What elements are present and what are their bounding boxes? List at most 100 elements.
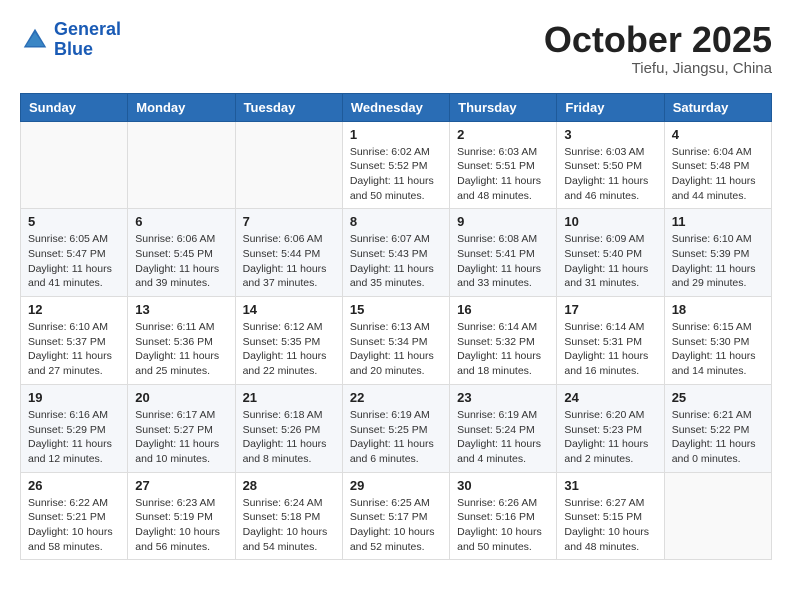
day-info: Sunrise: 6:04 AM Sunset: 5:48 PM Dayligh… <box>672 145 764 204</box>
day-info: Sunrise: 6:13 AM Sunset: 5:34 PM Dayligh… <box>350 320 442 379</box>
day-info: Sunrise: 6:07 AM Sunset: 5:43 PM Dayligh… <box>350 232 442 291</box>
day-number: 12 <box>28 302 120 317</box>
calendar-cell: 22 Sunrise: 6:19 AM Sunset: 5:25 PM Dayli… <box>342 384 449 472</box>
location: Tiefu, Jiangsu, China <box>544 60 772 77</box>
day-info: Sunrise: 6:22 AM Sunset: 5:21 PM Dayligh… <box>28 496 120 555</box>
day-info: Sunrise: 6:26 AM Sunset: 5:16 PM Dayligh… <box>457 496 549 555</box>
day-number: 24 <box>564 390 656 405</box>
day-number: 10 <box>564 214 656 229</box>
day-info: Sunrise: 6:02 AM Sunset: 5:52 PM Dayligh… <box>350 145 442 204</box>
weekday-header-thursday: Thursday <box>450 93 557 121</box>
day-number: 16 <box>457 302 549 317</box>
calendar-cell: 11 Sunrise: 6:10 AM Sunset: 5:39 PM Dayli… <box>664 209 771 297</box>
month-title: October 2025 <box>544 20 772 60</box>
day-info: Sunrise: 6:23 AM Sunset: 5:19 PM Dayligh… <box>135 496 227 555</box>
calendar-cell: 20 Sunrise: 6:17 AM Sunset: 5:27 PM Dayli… <box>128 384 235 472</box>
day-number: 11 <box>672 214 764 229</box>
weekday-header-saturday: Saturday <box>664 93 771 121</box>
day-info: Sunrise: 6:16 AM Sunset: 5:29 PM Dayligh… <box>28 408 120 467</box>
calendar-cell: 25Sunrise: 6:21 AM Sunset: 5:22 PM Dayli… <box>664 384 771 472</box>
calendar-cell: 9Sunrise: 6:08 AM Sunset: 5:41 PM Daylig… <box>450 209 557 297</box>
day-number: 22 <box>350 390 442 405</box>
calendar-table: SundayMondayTuesdayWednesdayThursdayFrid… <box>20 93 772 561</box>
day-number: 6 <box>135 214 227 229</box>
day-number: 13 <box>135 302 227 317</box>
weekday-header-monday: Monday <box>128 93 235 121</box>
calendar-cell: 28 Sunrise: 6:24 AM Sunset: 5:18 PM Dayli… <box>235 472 342 560</box>
day-info: Sunrise: 6:24 AM Sunset: 5:18 PM Dayligh… <box>243 496 335 555</box>
day-number: 2 <box>457 127 549 142</box>
day-number: 31 <box>564 478 656 493</box>
weekday-header-sunday: Sunday <box>21 93 128 121</box>
calendar-cell: 1Sunrise: 6:02 AM Sunset: 5:52 PM Daylig… <box>342 121 449 209</box>
calendar-cell: 7 Sunrise: 6:06 AM Sunset: 5:44 PM Daylig… <box>235 209 342 297</box>
calendar-cell: 10 Sunrise: 6:09 AM Sunset: 5:40 PM Dayli… <box>557 209 664 297</box>
calendar-cell: 6 Sunrise: 6:06 AM Sunset: 5:45 PM Daylig… <box>128 209 235 297</box>
day-info: Sunrise: 6:03 AM Sunset: 5:51 PM Dayligh… <box>457 145 549 204</box>
day-number: 17 <box>564 302 656 317</box>
day-number: 28 <box>243 478 335 493</box>
day-number: 3 <box>564 127 656 142</box>
day-info: Sunrise: 6:19 AM Sunset: 5:24 PM Dayligh… <box>457 408 549 467</box>
day-number: 27 <box>135 478 227 493</box>
calendar-cell <box>21 121 128 209</box>
day-info: Sunrise: 6:06 AM Sunset: 5:45 PM Dayligh… <box>135 232 227 291</box>
week-row-4: 19 Sunrise: 6:16 AM Sunset: 5:29 PM Dayli… <box>21 384 772 472</box>
calendar-cell: 24 Sunrise: 6:20 AM Sunset: 5:23 PM Dayli… <box>557 384 664 472</box>
day-number: 18 <box>672 302 764 317</box>
day-info: Sunrise: 6:10 AM Sunset: 5:39 PM Dayligh… <box>672 232 764 291</box>
day-info: Sunrise: 6:21 AM Sunset: 5:22 PM Dayligh… <box>672 408 764 467</box>
calendar-cell: 23 Sunrise: 6:19 AM Sunset: 5:24 PM Dayli… <box>450 384 557 472</box>
day-info: Sunrise: 6:19 AM Sunset: 5:25 PM Dayligh… <box>350 408 442 467</box>
day-number: 26 <box>28 478 120 493</box>
day-number: 15 <box>350 302 442 317</box>
day-info: Sunrise: 6:09 AM Sunset: 5:40 PM Dayligh… <box>564 232 656 291</box>
calendar-cell: 18Sunrise: 6:15 AM Sunset: 5:30 PM Dayli… <box>664 297 771 385</box>
day-number: 23 <box>457 390 549 405</box>
calendar-cell: 21Sunrise: 6:18 AM Sunset: 5:26 PM Dayli… <box>235 384 342 472</box>
calendar-cell: 13 Sunrise: 6:11 AM Sunset: 5:36 PM Dayli… <box>128 297 235 385</box>
day-number: 7 <box>243 214 335 229</box>
calendar-cell: 17 Sunrise: 6:14 AM Sunset: 5:31 PM Dayli… <box>557 297 664 385</box>
calendar-cell: 14 Sunrise: 6:12 AM Sunset: 5:35 PM Dayli… <box>235 297 342 385</box>
calendar-cell: 8 Sunrise: 6:07 AM Sunset: 5:43 PM Daylig… <box>342 209 449 297</box>
calendar-cell: 29Sunrise: 6:25 AM Sunset: 5:17 PM Dayli… <box>342 472 449 560</box>
logo-line1: General <box>54 19 121 39</box>
calendar-cell: 26 Sunrise: 6:22 AM Sunset: 5:21 PM Dayli… <box>21 472 128 560</box>
calendar-cell <box>664 472 771 560</box>
calendar-cell: 15 Sunrise: 6:13 AM Sunset: 5:34 PM Dayli… <box>342 297 449 385</box>
logo-icon <box>20 25 50 55</box>
day-number: 9 <box>457 214 549 229</box>
day-info: Sunrise: 6:10 AM Sunset: 5:37 PM Dayligh… <box>28 320 120 379</box>
calendar-cell: 2 Sunrise: 6:03 AM Sunset: 5:51 PM Daylig… <box>450 121 557 209</box>
calendar-cell <box>128 121 235 209</box>
calendar-cell: 30 Sunrise: 6:26 AM Sunset: 5:16 PM Dayli… <box>450 472 557 560</box>
calendar-cell: 31Sunrise: 6:27 AM Sunset: 5:15 PM Dayli… <box>557 472 664 560</box>
calendar-cell: 4Sunrise: 6:04 AM Sunset: 5:48 PM Daylig… <box>664 121 771 209</box>
calendar-cell: 19 Sunrise: 6:16 AM Sunset: 5:29 PM Dayli… <box>21 384 128 472</box>
day-info: Sunrise: 6:17 AM Sunset: 5:27 PM Dayligh… <box>135 408 227 467</box>
page-header: General Blue October 2025 Tiefu, Jiangsu… <box>20 20 772 77</box>
day-info: Sunrise: 6:14 AM Sunset: 5:32 PM Dayligh… <box>457 320 549 379</box>
day-info: Sunrise: 6:11 AM Sunset: 5:36 PM Dayligh… <box>135 320 227 379</box>
day-info: Sunrise: 6:14 AM Sunset: 5:31 PM Dayligh… <box>564 320 656 379</box>
day-number: 8 <box>350 214 442 229</box>
day-number: 20 <box>135 390 227 405</box>
logo-text: General Blue <box>54 20 121 60</box>
weekday-header-tuesday: Tuesday <box>235 93 342 121</box>
day-info: Sunrise: 6:18 AM Sunset: 5:26 PM Dayligh… <box>243 408 335 467</box>
day-info: Sunrise: 6:12 AM Sunset: 5:35 PM Dayligh… <box>243 320 335 379</box>
day-info: Sunrise: 6:20 AM Sunset: 5:23 PM Dayligh… <box>564 408 656 467</box>
calendar-cell: 16 Sunrise: 6:14 AM Sunset: 5:32 PM Dayli… <box>450 297 557 385</box>
calendar-cell <box>235 121 342 209</box>
title-block: October 2025 Tiefu, Jiangsu, China <box>544 20 772 77</box>
day-number: 29 <box>350 478 442 493</box>
day-number: 30 <box>457 478 549 493</box>
weekday-header-wednesday: Wednesday <box>342 93 449 121</box>
weekday-header-row: SundayMondayTuesdayWednesdayThursdayFrid… <box>21 93 772 121</box>
day-number: 19 <box>28 390 120 405</box>
day-info: Sunrise: 6:06 AM Sunset: 5:44 PM Dayligh… <box>243 232 335 291</box>
day-info: Sunrise: 6:03 AM Sunset: 5:50 PM Dayligh… <box>564 145 656 204</box>
day-number: 5 <box>28 214 120 229</box>
day-number: 14 <box>243 302 335 317</box>
